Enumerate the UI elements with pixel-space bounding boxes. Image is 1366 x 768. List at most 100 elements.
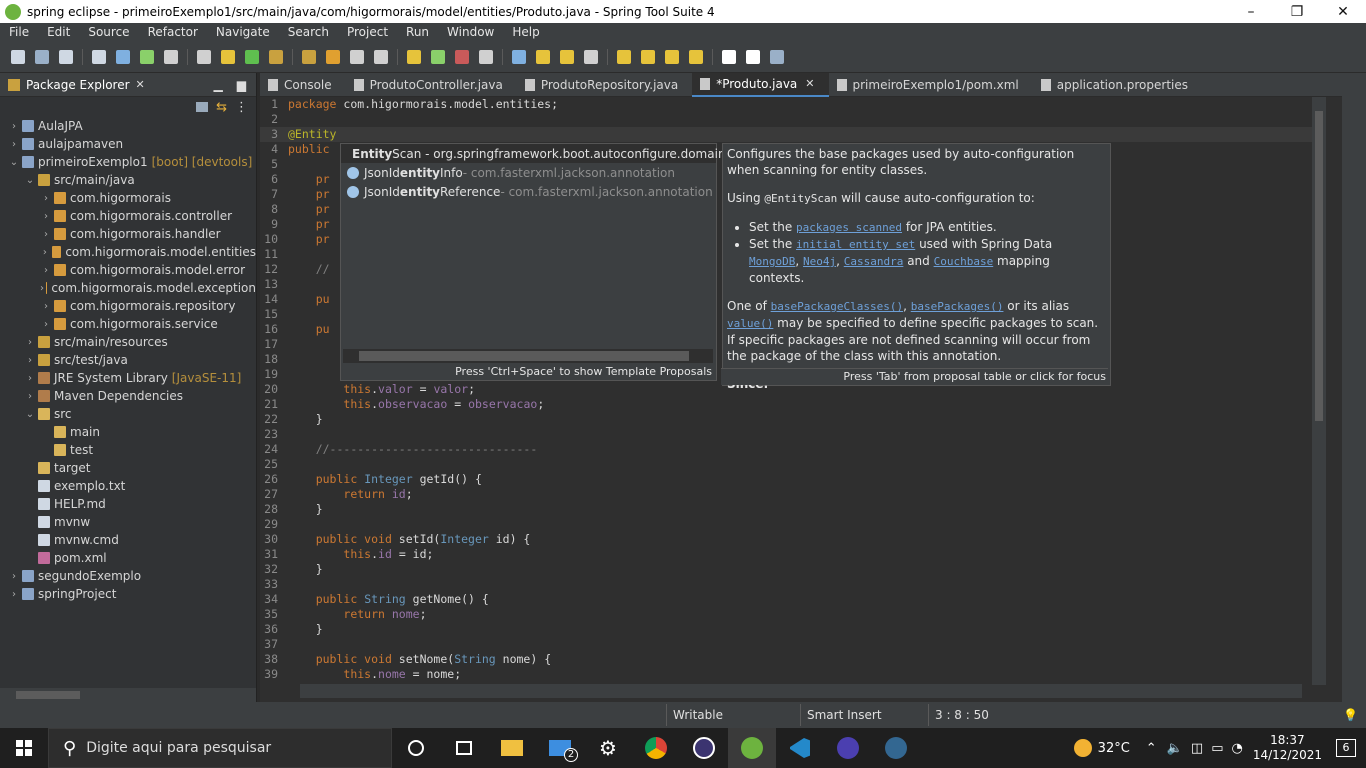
expand-arrow-icon[interactable]: ⌄ <box>24 409 36 420</box>
code-line[interactable]: 21 this.observacao = observacao; <box>260 397 1312 412</box>
tree-item[interactable]: › src/test/java <box>0 351 256 369</box>
toolbar-button-icon[interactable] <box>536 49 550 64</box>
menu-search[interactable]: Search <box>279 25 338 39</box>
view-menu-icon[interactable]: ⋮ <box>235 100 248 115</box>
tree-item[interactable]: › com.higormorais.handler <box>0 225 256 243</box>
expand-arrow-icon[interactable]: › <box>40 301 52 312</box>
code-line[interactable]: 34 public String getNome() { <box>260 592 1312 607</box>
tree-item[interactable]: ⌄ src <box>0 405 256 423</box>
taskbar-search[interactable]: ⚲ Digite aqui para pesquisar <box>48 728 392 768</box>
code-line[interactable]: 32 } <box>260 562 1312 577</box>
toolbar-button-icon[interactable] <box>221 49 235 64</box>
spring-tool-suite-icon[interactable] <box>728 728 776 768</box>
minimize-view-icon[interactable]: ▁ <box>214 78 223 92</box>
menu-navigate[interactable]: Navigate <box>207 25 279 39</box>
toolbar-button-icon[interactable] <box>269 49 283 64</box>
toolbar-button-icon[interactable] <box>374 49 388 64</box>
settings-gear-icon[interactable]: ⚙ <box>584 728 632 768</box>
battery-icon[interactable]: ▭ <box>1211 741 1223 756</box>
code-line[interactable]: 39 this.nome = nome; <box>260 667 1312 682</box>
explorer-horizontal-scrollbar[interactable] <box>0 688 256 702</box>
temperature[interactable]: 32°C <box>1098 741 1130 756</box>
notifications-icon[interactable]: 6 <box>1336 739 1356 757</box>
tree-item[interactable]: ⌄ primeiroExemplo1 [boot] [devtools] <box>0 153 256 171</box>
cassandra-link[interactable]: Cassandra <box>844 255 904 268</box>
expand-arrow-icon[interactable]: › <box>24 337 36 348</box>
proposal-item[interactable]: JsonId entity Info - com.fasterxml.jackson… <box>341 163 716 182</box>
tree-item[interactable]: HELP.md <box>0 495 256 513</box>
toolbar-button-icon[interactable] <box>59 49 73 64</box>
editor-tab[interactable]: *Produto.java ✕ <box>692 72 829 97</box>
proposal-item[interactable]: Entity Scan - org.springframework.boot.au… <box>341 144 726 163</box>
task-switch-icon[interactable] <box>440 728 488 768</box>
chrome-icon[interactable] <box>632 728 680 768</box>
toolbar-button-icon[interactable] <box>350 49 364 64</box>
start-button[interactable] <box>0 728 48 768</box>
toolbar-button-icon[interactable] <box>35 49 49 64</box>
tree-item[interactable]: pom.xml <box>0 549 256 567</box>
tree-item[interactable]: › com.higormorais.controller <box>0 207 256 225</box>
tree-item[interactable]: › com.higormorais <box>0 189 256 207</box>
tree-item[interactable]: exemplo.txt <box>0 477 256 495</box>
menu-file[interactable]: File <box>0 25 38 39</box>
scroll-thumb[interactable] <box>1315 111 1323 421</box>
toolbar-button-icon[interactable] <box>455 49 469 64</box>
maximize-view-icon[interactable]: ▆ <box>237 78 246 92</box>
code-line[interactable]: 22 } <box>260 412 1312 427</box>
expand-arrow-icon[interactable]: › <box>8 121 20 132</box>
toolbar-button-icon[interactable] <box>92 49 106 64</box>
expand-arrow-icon[interactable]: › <box>24 373 36 384</box>
toolbar-button-icon[interactable] <box>11 49 25 64</box>
expand-arrow-icon[interactable]: › <box>24 355 36 366</box>
code-line[interactable]: 25 <box>260 457 1312 472</box>
vscode-icon[interactable] <box>776 728 824 768</box>
code-line[interactable]: 3 @Entity <box>260 127 1312 142</box>
tree-item[interactable]: mvnw.cmd <box>0 531 256 549</box>
toolbar-button-icon[interactable] <box>116 49 130 64</box>
expand-arrow-icon[interactable]: › <box>40 211 52 222</box>
tree-item[interactable]: test <box>0 441 256 459</box>
tree-item[interactable]: › com.higormorais.service <box>0 315 256 333</box>
editor-tab[interactable]: Console <box>260 73 346 97</box>
code-line[interactable]: 33 <box>260 577 1312 592</box>
toolbar-button-icon[interactable] <box>164 49 178 64</box>
tree-item[interactable]: › src/main/resources <box>0 333 256 351</box>
wifi-icon[interactable]: ◔ <box>1231 741 1242 756</box>
toolbar-button-icon[interactable] <box>689 49 703 64</box>
task-view-icon[interactable] <box>392 728 440 768</box>
editor-horizontal-scrollbar[interactable] <box>300 684 1302 698</box>
eclipse-icon[interactable] <box>680 728 728 768</box>
close-tab-icon[interactable]: ✕ <box>805 77 814 90</box>
menu-run[interactable]: Run <box>397 25 438 39</box>
scroll-thumb[interactable] <box>359 351 689 361</box>
expand-arrow-icon[interactable]: › <box>40 319 52 330</box>
tree-item[interactable]: › segundoExemplo <box>0 567 256 585</box>
tree-item[interactable]: › AulaJPA <box>0 117 256 135</box>
close-tab-icon[interactable]: ✕ <box>136 78 145 91</box>
expand-arrow-icon[interactable]: › <box>40 283 44 294</box>
toolbar-button-icon[interactable] <box>140 49 154 64</box>
base-package-classes-link[interactable]: basePackageClasses() <box>771 300 903 313</box>
expand-arrow-icon[interactable]: › <box>40 265 52 276</box>
packages-scanned-link[interactable]: packages scanned <box>796 221 902 234</box>
proposal-item[interactable]: JsonId entity Reference - com.fasterxml.ja… <box>341 182 716 201</box>
code-line[interactable]: 27 return id; <box>260 487 1312 502</box>
tree-item[interactable]: › Maven Dependencies <box>0 387 256 405</box>
close-window-button[interactable]: ✕ <box>1320 0 1366 23</box>
toolbar-button-icon[interactable] <box>512 49 526 64</box>
tree-item[interactable]: target <box>0 459 256 477</box>
tree-item[interactable]: ⌄ src/main/java <box>0 171 256 189</box>
speaker-icon[interactable]: 🔈 <box>1167 741 1183 756</box>
editor-vertical-scrollbar[interactable] <box>1312 97 1326 685</box>
collapse-all-icon[interactable] <box>196 102 209 112</box>
toolbar-button-icon[interactable] <box>746 49 760 64</box>
network-icon[interactable]: ◫ <box>1191 741 1203 756</box>
tree-item[interactable]: › JRE System Library [JavaSE-11] <box>0 369 256 387</box>
code-line[interactable]: 38 public void setNome(String nome) { <box>260 652 1312 667</box>
menu-refactor[interactable]: Refactor <box>139 25 207 39</box>
toolbar-button-icon[interactable] <box>479 49 493 64</box>
expand-arrow-icon[interactable]: › <box>8 571 20 582</box>
expand-arrow-icon[interactable]: › <box>40 229 52 240</box>
minimize-button[interactable]: – <box>1228 0 1274 23</box>
tree-item[interactable]: › springProject <box>0 585 256 603</box>
